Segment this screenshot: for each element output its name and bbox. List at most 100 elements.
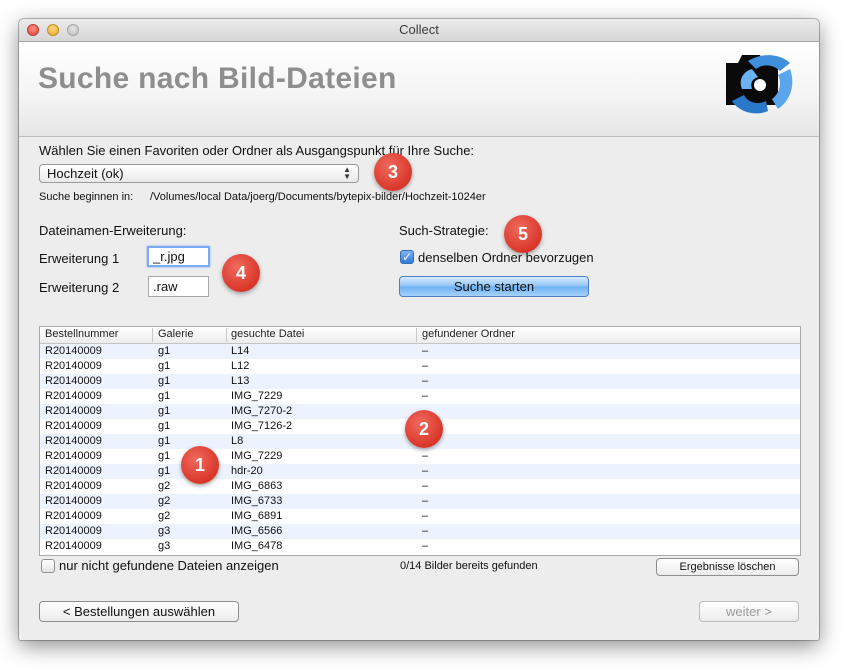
cell-order: R20140009 (45, 465, 102, 477)
clear-results-button[interactable]: Ergebnisse löschen (656, 558, 799, 576)
extension-1-input[interactable] (147, 246, 210, 267)
cell-order: R20140009 (45, 345, 102, 357)
cell-folder: – (422, 525, 429, 537)
cell-gallery: g1 (158, 420, 171, 432)
same-folder-checkbox[interactable]: ✓ (400, 250, 414, 264)
cell-file: IMG_7126-2 (231, 420, 293, 432)
cell-file: IMG_7270-2 (231, 405, 293, 417)
cell-folder: – (422, 540, 429, 552)
table-row[interactable]: R20140009 g1 L12 – (40, 359, 800, 374)
cell-file: IMG_7229 (231, 450, 283, 462)
cell-gallery: g3 (158, 525, 171, 537)
cell-gallery: g2 (158, 510, 171, 522)
start-path-label: Suche beginnen in: (39, 191, 134, 203)
cell-order: R20140009 (45, 360, 102, 372)
cell-gallery: g3 (158, 540, 171, 552)
cell-file: hdr-20 (231, 465, 263, 477)
cell-order: R20140009 (45, 480, 102, 492)
table-row[interactable]: R20140009 g3 IMG_6566 – (40, 524, 800, 539)
cell-gallery: g2 (158, 495, 171, 507)
found-status-text: 0/14 Bilder bereits gefunden (400, 560, 538, 572)
cell-order: R20140009 (45, 525, 102, 537)
start-path-value: /Volumes/local Data/joerg/Documents/byte… (150, 191, 486, 203)
cell-folder: – (422, 495, 429, 507)
cell-file: L12 (231, 360, 250, 372)
annotation-badge-2: 2 (405, 410, 443, 448)
page-title: Suche nach Bild-Dateien (38, 62, 397, 95)
cell-order: R20140009 (45, 435, 102, 447)
start-search-button[interactable]: Suche starten (399, 276, 589, 297)
extensions-heading: Dateinamen-Erweiterung: (39, 223, 187, 238)
table-row[interactable]: R20140009 g2 IMG_6733 – (40, 494, 800, 509)
cell-folder: – (422, 465, 429, 477)
favorite-folder-select[interactable]: Hochzeit (ok) ▲ ▼ (39, 164, 359, 183)
column-header-gallery[interactable]: Galerie (158, 328, 193, 340)
app-window: Collect Suche nach Bild-Dateien Wählen S… (19, 19, 819, 640)
cell-file: IMG_6863 (231, 480, 283, 492)
cell-folder: – (422, 510, 429, 522)
page-header: Suche nach Bild-Dateien (19, 42, 819, 137)
annotation-badge-3: 3 (374, 153, 412, 191)
source-prompt-label: Wählen Sie einen Favoriten oder Ordner a… (39, 143, 475, 158)
cell-folder: – (422, 480, 429, 492)
cell-order: R20140009 (45, 375, 102, 387)
column-header-folder[interactable]: gefundener Ordner (422, 328, 515, 340)
same-folder-label: denselben Ordner bevorzugen (418, 250, 594, 265)
window-title: Collect (399, 22, 439, 37)
cell-file: IMG_7229 (231, 390, 283, 402)
table-row[interactable]: R20140009 g2 IMG_6891 – (40, 509, 800, 524)
next-button[interactable]: weiter > (699, 601, 799, 622)
cell-gallery: g1 (158, 375, 171, 387)
cell-gallery: g1 (158, 405, 171, 417)
back-to-orders-button[interactable]: < Bestellungen auswählen (39, 601, 239, 622)
cell-order: R20140009 (45, 420, 102, 432)
cell-folder: – (422, 375, 429, 387)
table-row[interactable]: R20140009 g1 IMG_7229 – (40, 389, 800, 404)
app-logo-icon (726, 55, 793, 114)
cell-gallery: g1 (158, 345, 171, 357)
cell-order: R20140009 (45, 495, 102, 507)
cell-file: IMG_6566 (231, 525, 283, 537)
table-header: Bestellnummer Galerie gesuchte Datei gef… (40, 327, 800, 344)
cell-order: R20140009 (45, 405, 102, 417)
cell-gallery: g1 (158, 435, 171, 447)
favorite-folder-value: Hochzeit (ok) (47, 166, 124, 181)
table-row[interactable]: R20140009 g1 IMG_7229 – (40, 449, 800, 464)
cell-file: L8 (231, 435, 244, 447)
extension-2-input[interactable] (148, 276, 209, 297)
cell-file: IMG_6478 (231, 540, 283, 552)
table-row[interactable]: R20140009 g3 IMG_6478 – (40, 539, 800, 554)
cell-order: R20140009 (45, 390, 102, 402)
table-row[interactable]: R20140009 g2 IMG_6863 – (40, 479, 800, 494)
cell-folder: – (422, 345, 429, 357)
cell-folder: – (422, 360, 429, 372)
table-body: R20140009 g1 L14 – R20140009 g1 L12 – R20140009 g… (40, 344, 800, 554)
cell-order: R20140009 (45, 450, 102, 462)
column-divider (416, 328, 417, 342)
cell-file: L13 (231, 375, 250, 387)
extension-2-label: Erweiterung 2 (39, 280, 120, 295)
column-header-order[interactable]: Bestellnummer (45, 328, 118, 340)
cell-file: IMG_6891 (231, 510, 283, 522)
cell-gallery: g1 (158, 465, 171, 477)
cell-gallery: g1 (158, 360, 171, 372)
annotation-badge-1: 1 (181, 446, 219, 484)
table-row[interactable]: R20140009 g1 L13 – (40, 374, 800, 389)
cell-file: L14 (231, 345, 250, 357)
column-divider (226, 328, 227, 342)
cell-order: R20140009 (45, 510, 102, 522)
only-missing-label: nur nicht gefundene Dateien anzeigen (59, 558, 279, 573)
annotation-badge-4: 4 (222, 254, 260, 292)
table-row[interactable]: R20140009 g1 L14 – (40, 344, 800, 359)
cell-folder: – (422, 390, 429, 402)
annotation-badge-5: 5 (504, 215, 542, 253)
cell-file: IMG_6733 (231, 495, 283, 507)
updown-arrows-icon: ▲ ▼ (343, 165, 351, 181)
column-header-file[interactable]: gesuchte Datei (231, 328, 304, 340)
cell-order: R20140009 (45, 540, 102, 552)
cell-folder: – (422, 450, 429, 462)
table-row[interactable]: R20140009 g1 hdr-20 – (40, 464, 800, 479)
only-missing-checkbox[interactable] (41, 559, 55, 573)
cell-gallery: g1 (158, 390, 171, 402)
title-bar: Collect (19, 19, 819, 42)
